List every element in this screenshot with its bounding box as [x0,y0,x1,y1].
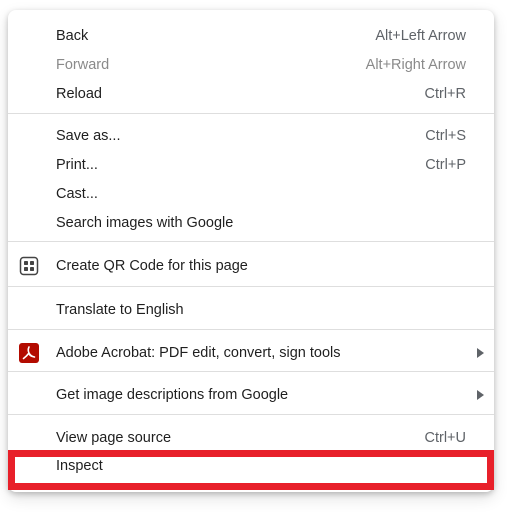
menu-item-shortcut: Alt+Left Arrow [375,28,466,44]
menu-separator [8,241,494,242]
menu-item-image-descriptions[interactable]: Get image descriptions from Google [8,381,494,409]
menu-item-label: Forward [56,57,110,73]
menu-item-label: Get image descriptions from Google [56,387,289,403]
menu-item-adobe-acrobat[interactable]: Adobe Acrobat: PDF edit, convert, sign t… [8,339,494,367]
menu-separator [8,414,494,415]
menu-item-label: Adobe Acrobat: PDF edit, convert, sign t… [56,345,341,361]
menu-item-label: View page source [56,430,172,446]
menu-item-shortcut: Ctrl+U [424,430,467,446]
menu-item-print[interactable]: Print... Ctrl+P [8,151,494,179]
qr-code-icon [19,256,39,276]
menu-item-search-images[interactable]: Search images with Google [8,209,494,237]
menu-item-label: Print... [56,157,98,173]
page: Back Alt+Left Arrow Forward Alt+Right Ar… [0,0,507,514]
menu-item-label: Back [56,28,89,44]
menu-item-label: Reload [56,86,102,102]
menu-item-back[interactable]: Back Alt+Left Arrow [8,22,494,50]
menu-item-shortcut: Alt+Right Arrow [365,57,466,73]
submenu-arrow-icon [477,348,484,358]
menu-item-label: Translate to English [56,302,184,318]
adobe-acrobat-icon [19,343,39,363]
menu-item-translate[interactable]: Translate to English [8,296,494,324]
menu-item-reload[interactable]: Reload Ctrl+R [8,80,494,108]
menu-item-label: Cast... [56,186,98,202]
menu-item-forward: Forward Alt+Right Arrow [8,51,494,79]
menu-item-create-qr-code[interactable]: Create QR Code for this page [8,252,494,280]
menu-item-view-page-source[interactable]: View page source Ctrl+U [8,424,494,452]
menu-item-label: Search images with Google [56,215,234,231]
menu-item-label: Create QR Code for this page [56,258,248,274]
menu-separator [8,371,494,372]
menu-item-inspect[interactable]: Inspect [8,452,494,480]
menu-item-shortcut: Ctrl+R [424,86,467,102]
menu-separator [8,329,494,330]
menu-separator [8,113,494,114]
submenu-arrow-icon [477,390,484,400]
menu-separator [8,286,494,287]
menu-item-shortcut: Ctrl+P [425,157,466,173]
menu-item-shortcut: Ctrl+S [425,128,466,144]
menu-item-save-as[interactable]: Save as... Ctrl+S [8,122,494,150]
context-menu: Back Alt+Left Arrow Forward Alt+Right Ar… [8,10,494,492]
menu-item-label: Save as... [56,128,121,144]
menu-item-label: Inspect [56,458,103,474]
menu-item-cast[interactable]: Cast... [8,180,494,208]
